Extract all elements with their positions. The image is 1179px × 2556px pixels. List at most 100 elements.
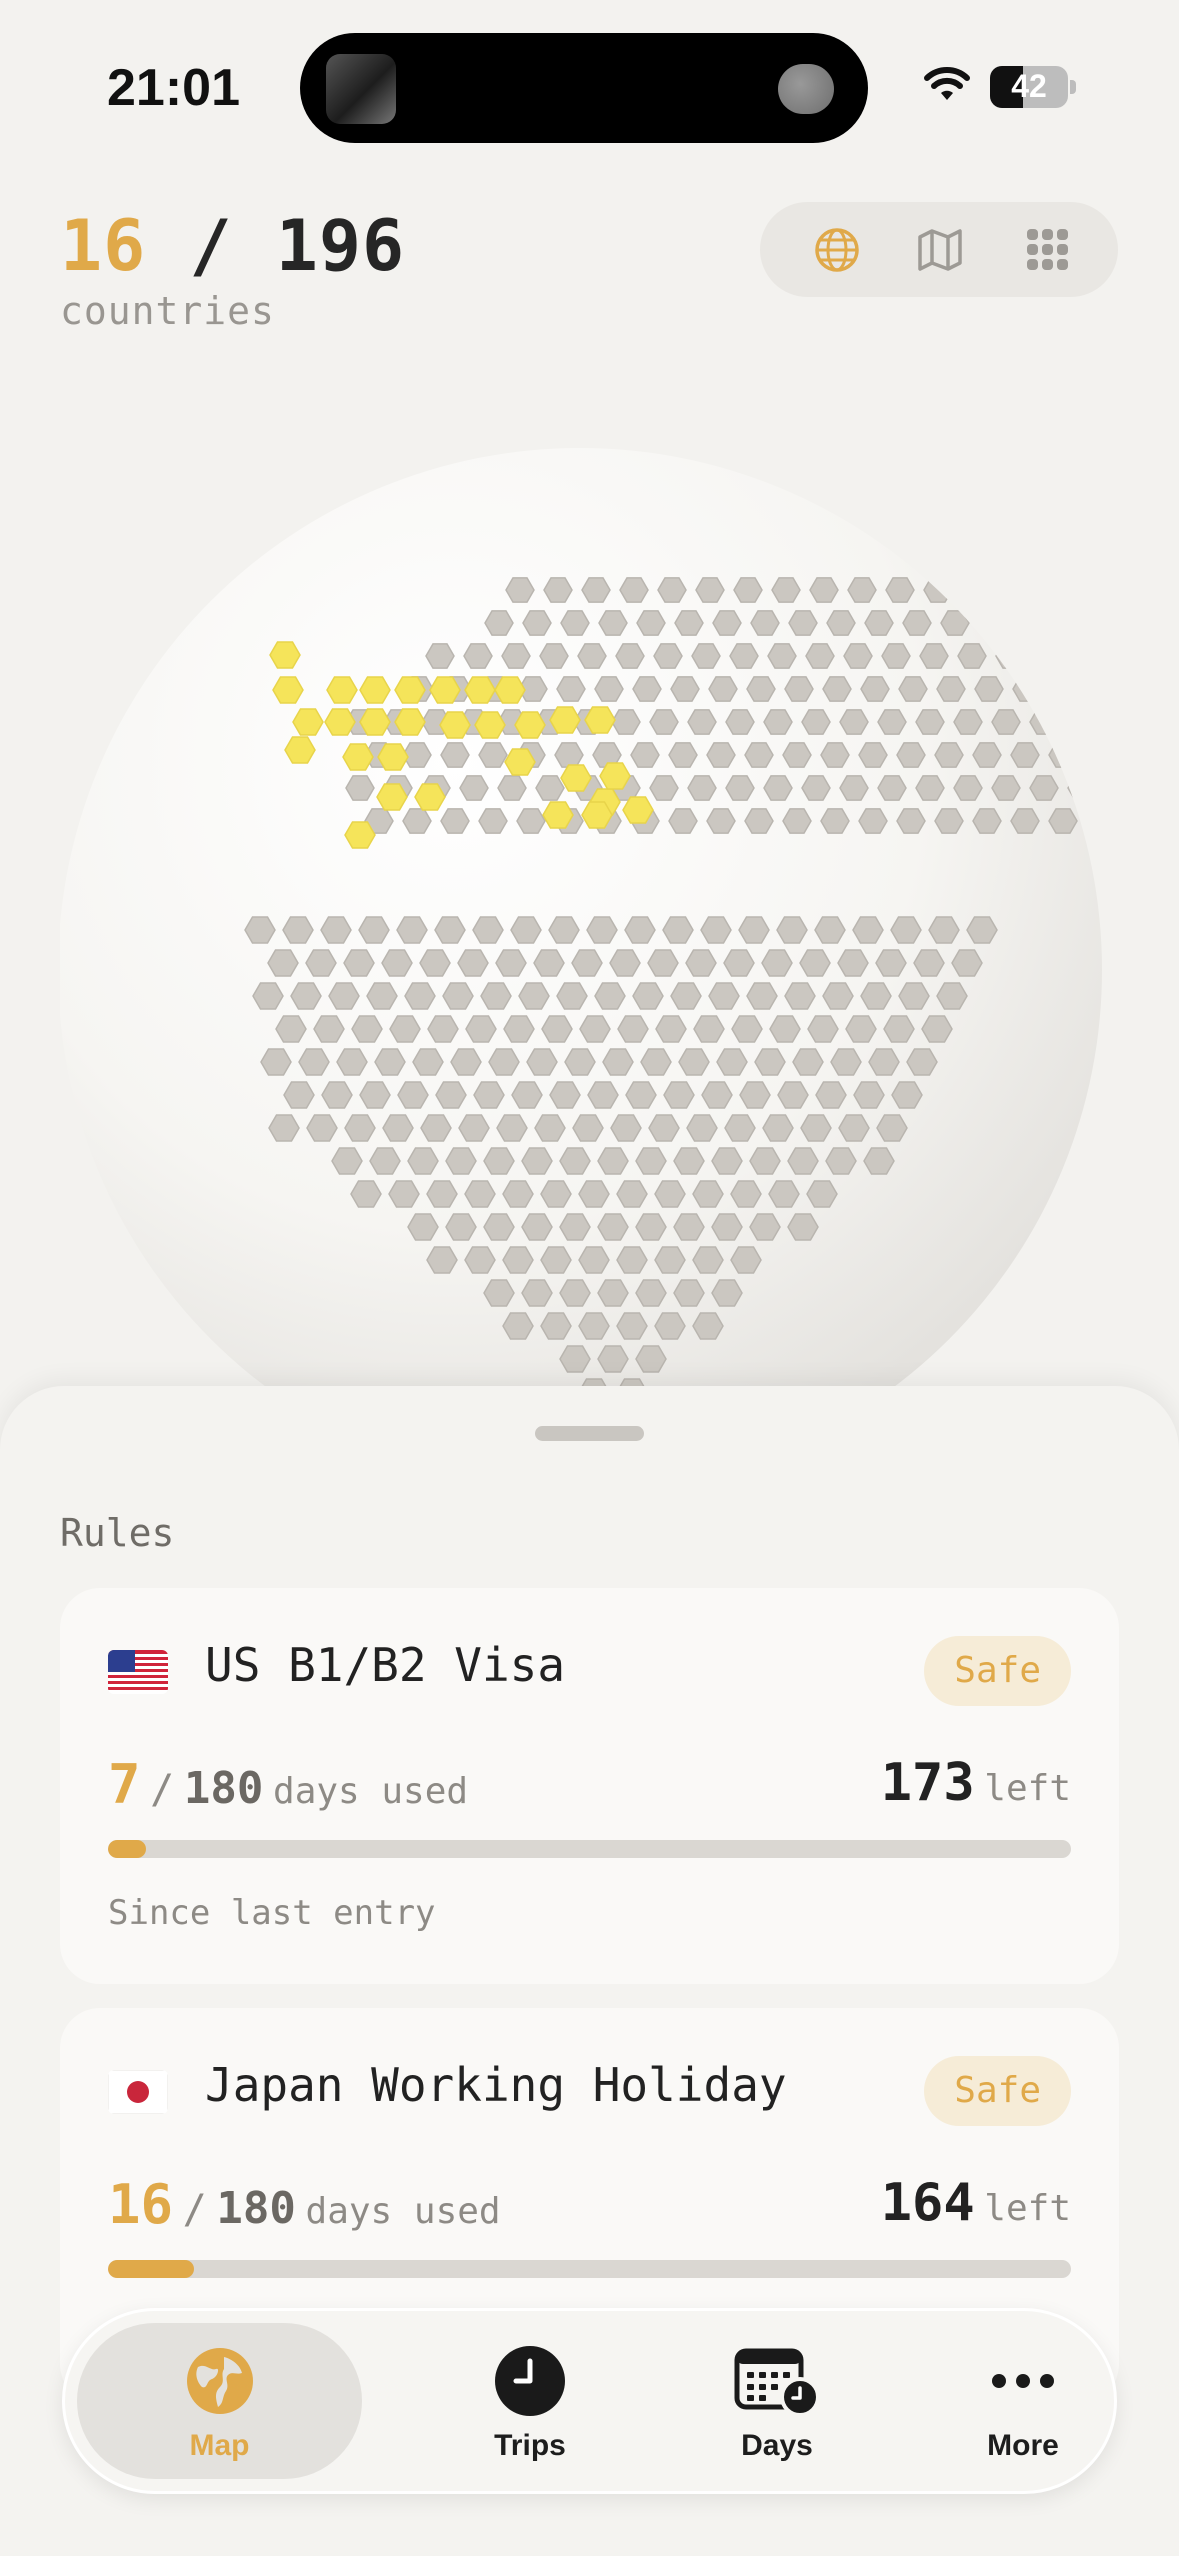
country-hex xyxy=(1092,610,1102,636)
tab-trips[interactable]: Trips xyxy=(405,2311,655,2491)
country-hex xyxy=(419,949,451,977)
country-hex xyxy=(632,676,662,702)
country-hex xyxy=(556,982,588,1010)
country-hex xyxy=(540,1246,572,1274)
remaining-unit: left xyxy=(984,1768,1071,1809)
rule-period-note: Since last entry xyxy=(108,1893,436,1933)
days-used: 7 xyxy=(108,1753,141,1816)
country-hex xyxy=(521,1279,553,1307)
country-hex xyxy=(483,1213,515,1241)
country-hex xyxy=(1086,742,1102,768)
usage-progress-fill xyxy=(108,1840,146,1858)
country-hex xyxy=(814,916,846,944)
country-hex xyxy=(673,1147,705,1175)
country-hex xyxy=(617,1015,649,1043)
country-hex xyxy=(597,1213,629,1241)
now-playing-artwork xyxy=(326,54,396,124)
country-hex xyxy=(345,775,375,801)
country-hex xyxy=(670,676,700,702)
country-hex xyxy=(670,982,702,1010)
country-hex xyxy=(560,610,590,636)
tab-label: More xyxy=(987,2429,1059,2462)
country-hex xyxy=(806,1180,838,1208)
country-hex xyxy=(635,1213,667,1241)
country-hex xyxy=(496,1114,528,1142)
sheet-grabber[interactable] xyxy=(535,1426,644,1441)
country-hex xyxy=(693,1015,725,1043)
country-hex xyxy=(847,577,877,603)
remaining-unit: left xyxy=(984,2188,1071,2229)
country-hex xyxy=(668,742,698,768)
country-hex xyxy=(619,577,649,603)
country-hex xyxy=(654,1246,686,1274)
country-hex xyxy=(1075,577,1102,603)
country-hex xyxy=(692,1180,724,1208)
tab-map[interactable]: Map xyxy=(77,2323,362,2479)
country-hex xyxy=(1037,577,1067,603)
country-hex xyxy=(397,1081,429,1109)
globe-icon xyxy=(815,227,859,272)
country-hex xyxy=(858,808,888,834)
visited-country-hex xyxy=(284,736,316,764)
country-hex xyxy=(750,610,780,636)
country-hex xyxy=(649,709,679,735)
country-hex xyxy=(464,1246,496,1274)
battery-level: 42 xyxy=(1011,68,1047,104)
country-hex xyxy=(915,775,945,801)
country-hex xyxy=(692,1312,724,1340)
visited-country-hex xyxy=(414,783,446,811)
country-hex xyxy=(877,775,907,801)
country-hex xyxy=(838,1114,870,1142)
country-hex xyxy=(716,1048,748,1076)
country-hex xyxy=(978,610,1008,636)
globe-view-button[interactable] xyxy=(787,202,887,297)
country-hex xyxy=(597,1345,629,1373)
country-hex xyxy=(404,982,436,1010)
grid-view-button[interactable] xyxy=(998,202,1098,297)
country-hex xyxy=(934,808,964,834)
globe-view[interactable] xyxy=(60,440,1120,1400)
country-hex xyxy=(685,949,717,977)
country-hex xyxy=(768,1180,800,1208)
country-hex xyxy=(711,1279,743,1307)
country-hex xyxy=(244,916,276,944)
country-hex xyxy=(586,916,618,944)
country-hex xyxy=(549,1081,581,1109)
country-hex xyxy=(1010,742,1040,768)
country-hex xyxy=(961,577,991,603)
country-hex xyxy=(501,643,531,669)
country-hex xyxy=(1067,775,1097,801)
country-hex xyxy=(571,949,603,977)
country-hex xyxy=(463,643,493,669)
country-hex xyxy=(611,709,641,735)
visited-country-hex xyxy=(359,676,391,704)
rule-card-us-visa[interactable]: US B1/B2 Visa Safe 7 / 180 days used 173… xyxy=(60,1588,1119,1984)
country-hex xyxy=(771,577,801,603)
tab-days[interactable]: Days xyxy=(652,2311,902,2491)
hex-globe[interactable] xyxy=(60,440,1120,1400)
country-hex xyxy=(686,1114,718,1142)
country-hex xyxy=(554,742,584,768)
country-hex xyxy=(868,1048,900,1076)
usage-separator: / xyxy=(150,1767,175,1813)
country-hex xyxy=(598,610,628,636)
country-hex xyxy=(267,949,299,977)
country-hex xyxy=(839,709,869,735)
country-hex xyxy=(502,1246,534,1274)
count-caption: countries xyxy=(60,289,275,333)
country-hex xyxy=(706,742,736,768)
country-hex xyxy=(559,1147,591,1175)
country-hex xyxy=(540,1312,572,1340)
country-hex xyxy=(635,1279,667,1307)
visited-country-hex xyxy=(494,676,526,704)
country-hex xyxy=(782,808,812,834)
country-hex xyxy=(711,1213,743,1241)
country-hex xyxy=(478,808,508,834)
country-hex xyxy=(885,577,915,603)
country-hex xyxy=(616,1312,648,1340)
tab-more[interactable]: More xyxy=(898,2311,1148,2491)
map-view-button[interactable] xyxy=(890,202,990,297)
country-hex xyxy=(572,1114,604,1142)
country-hex xyxy=(559,1279,591,1307)
country-hex xyxy=(473,1081,505,1109)
